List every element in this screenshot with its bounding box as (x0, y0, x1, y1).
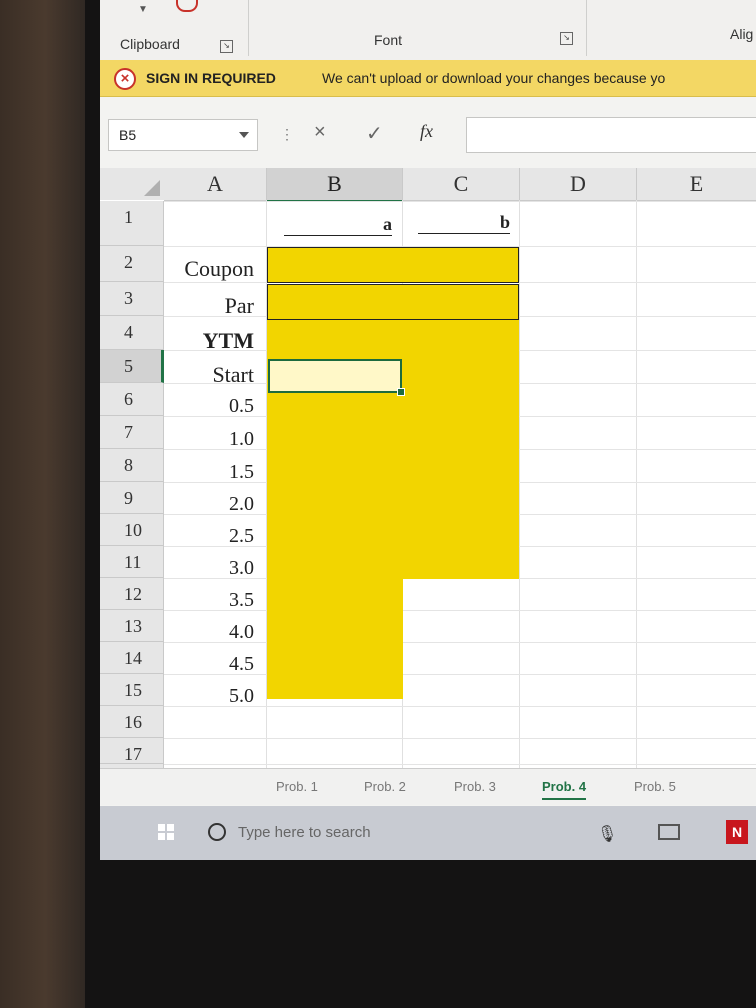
row-header-14[interactable]: 14 (100, 642, 164, 674)
dropdown-arrow-icon[interactable]: ▼ (138, 4, 148, 15)
ribbon: Clipboard ↘ Font ↘ Alig ▼ (100, 0, 756, 61)
gridline (519, 200, 520, 768)
row-header-15[interactable]: 15 (100, 674, 164, 706)
cell-label[interactable]: Coupon (166, 256, 254, 282)
column-header-e[interactable]: E (637, 168, 756, 201)
row-header-3[interactable]: 3 (100, 282, 164, 316)
row-header-16[interactable]: 16 (100, 706, 164, 738)
tab-prob-1[interactable]: Prob. 1 (276, 779, 318, 794)
cancel-icon[interactable]: × (314, 121, 326, 144)
cell-label[interactable]: 4.5 (166, 653, 254, 676)
clipboard-launcher-icon[interactable]: ↘ (220, 40, 233, 53)
yellow-fill-b (267, 579, 403, 699)
cell-label[interactable]: 1.0 (166, 428, 254, 451)
cell-label[interactable]: 3.5 (166, 589, 254, 612)
cell-label[interactable]: 4.0 (166, 621, 254, 644)
row-header-6[interactable]: 6 (100, 383, 164, 416)
select-all-icon (144, 180, 160, 196)
microphone-icon[interactable]: 🎙 (597, 824, 617, 844)
row-header-2[interactable]: 2 (100, 246, 164, 282)
gridline (164, 764, 756, 765)
excel-window: Clipboard ↘ Font ↘ Alig ▼ × SIGN IN REQU… (100, 0, 756, 860)
coupon-input-cell[interactable] (267, 247, 519, 283)
cell-label[interactable]: 0.5 (166, 395, 254, 418)
row-header-5[interactable]: 5 (100, 350, 164, 383)
select-all-button[interactable] (100, 168, 164, 200)
row-header-8[interactable]: 8 (100, 449, 164, 482)
message-title: SIGN IN REQUIRED (146, 70, 276, 86)
enter-icon[interactable]: ✓ (366, 121, 383, 146)
message-text: We can't upload or download your changes… (322, 70, 666, 86)
cell-label[interactable]: 2.0 (166, 493, 254, 516)
name-box-value: B5 (119, 127, 137, 143)
search-icon (208, 823, 226, 841)
clipboard-group-label: Clipboard (120, 36, 180, 52)
fill-handle[interactable] (397, 388, 405, 396)
column-header-d[interactable]: D (520, 168, 637, 201)
row-header-12[interactable]: 12 (100, 578, 164, 610)
row-header-10[interactable]: 10 (100, 514, 164, 546)
row-header-4[interactable]: 4 (100, 316, 164, 350)
cell-label[interactable]: 3.0 (166, 557, 254, 580)
sheet-tab-bar: Prob. 1 Prob. 2 Prob. 3 Prob. 4 Prob. 5 (100, 768, 756, 805)
column-c-header-label: b (418, 212, 510, 234)
column-header-c[interactable]: C (403, 168, 520, 201)
column-header-a[interactable]: A (164, 168, 267, 201)
netflix-icon[interactable]: N (726, 820, 748, 844)
ribbon-separator (586, 0, 587, 56)
search-placeholder: Type here to search (238, 824, 371, 841)
yellow-fill-bc (267, 315, 519, 579)
row-header-9[interactable]: 9 (100, 482, 164, 514)
alignment-group-label: Alig (730, 26, 754, 42)
task-view-icon[interactable] (658, 824, 680, 840)
windows-icon[interactable] (158, 824, 174, 840)
cell-label[interactable]: Par (166, 293, 254, 319)
format-painter-icon[interactable] (176, 0, 198, 12)
error-icon: × (114, 68, 136, 90)
tab-prob-4[interactable]: Prob. 4 (542, 779, 587, 800)
formula-input[interactable] (466, 117, 756, 153)
cell-label[interactable]: 5.0 (166, 685, 254, 708)
chevron-down-icon[interactable] (239, 132, 249, 138)
more-options-icon[interactable]: ⋮ (280, 126, 294, 143)
name-box[interactable]: B5 (108, 119, 258, 151)
cell-label[interactable]: Start (166, 362, 254, 388)
insert-function-icon[interactable]: fx (420, 121, 433, 142)
ribbon-separator (248, 0, 249, 56)
gridline (636, 200, 637, 768)
tab-prob-5[interactable]: Prob. 5 (634, 779, 676, 794)
font-launcher-icon[interactable]: ↘ (560, 32, 573, 45)
cell-label[interactable]: YTM (166, 328, 254, 354)
formula-bar: B5 ⋮ × ✓ fx (100, 97, 756, 167)
spreadsheet-grid: A B C D E 123456789101112131415161718 a … (100, 168, 756, 790)
column-b-header-label: a (284, 214, 392, 236)
row-header-11[interactable]: 11 (100, 546, 164, 578)
sign-in-message-bar: × SIGN IN REQUIRED We can't upload or do… (100, 60, 756, 97)
par-input-cell[interactable] (267, 284, 519, 320)
taskbar: Type here to search 🎙 N (100, 806, 756, 860)
row-header-17[interactable]: 17 (100, 738, 164, 764)
tab-prob-3[interactable]: Prob. 3 (454, 779, 496, 794)
tab-prob-2[interactable]: Prob. 2 (364, 779, 406, 794)
row-header-7[interactable]: 7 (100, 416, 164, 449)
taskbar-search[interactable]: Type here to search (208, 818, 456, 848)
cell-label[interactable]: 2.5 (166, 525, 254, 548)
cell-label[interactable]: 1.5 (166, 461, 254, 484)
font-group-label: Font (374, 32, 403, 48)
active-cell-b5[interactable] (268, 359, 405, 396)
gridline (164, 201, 756, 202)
row-header-1[interactable]: 1 (100, 201, 164, 246)
gridline (164, 738, 756, 739)
column-header-b[interactable]: B (267, 168, 403, 202)
row-header-13[interactable]: 13 (100, 610, 164, 642)
